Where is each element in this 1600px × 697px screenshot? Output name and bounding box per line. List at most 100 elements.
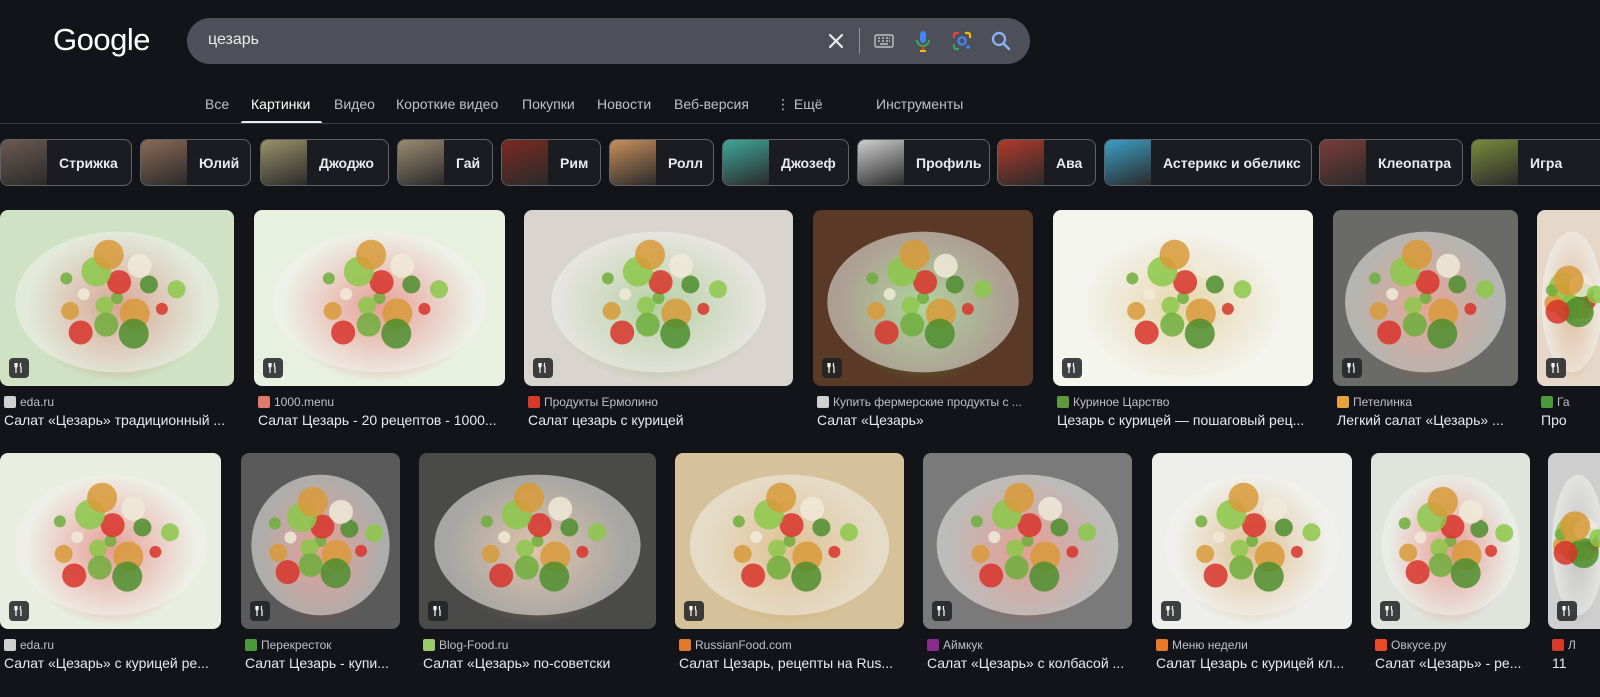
tabs-divider — [0, 123, 1600, 124]
result-source[interactable]: eda.ru — [4, 638, 54, 652]
tab-images[interactable]: Картинки — [251, 96, 310, 112]
result-title[interactable]: Салат «Цезарь» с курицей ре... — [4, 655, 221, 671]
tab-tools[interactable]: Инструменты — [876, 96, 963, 112]
google-lens-icon[interactable] — [950, 29, 974, 53]
image-result-card[interactable]: Blog-Food.ru Салат «Цезарь» по-советски — [419, 453, 656, 679]
salad-illustration — [14, 474, 207, 616]
source-name: Л — [1568, 638, 1576, 652]
result-title[interactable]: Салат Цезарь - купи... — [245, 655, 400, 671]
result-title[interactable]: Легкий салат «Цезарь» ... — [1337, 412, 1518, 428]
chip-rome[interactable]: Рим — [501, 139, 601, 186]
image-result-card[interactable]: Продукты Ермолино Салат цезарь с курицей — [524, 210, 793, 436]
chip-joseph[interactable]: Джозеф — [722, 139, 849, 186]
salad-ingredient — [516, 539, 535, 558]
result-image[interactable] — [1548, 453, 1600, 629]
image-result-card[interactable]: Га Про — [1537, 210, 1600, 436]
result-source[interactable]: Купить фермерские продукты с ... — [817, 395, 1022, 409]
result-image[interactable] — [241, 453, 400, 629]
result-image[interactable] — [1333, 210, 1518, 386]
result-image[interactable] — [1371, 453, 1530, 629]
search-icon[interactable] — [989, 29, 1013, 53]
chip-game[interactable]: Игра — [1471, 139, 1600, 186]
result-title[interactable]: Салат «Цезарь» — [817, 412, 1033, 428]
result-title[interactable]: Салат «Цезарь» - ре... — [1375, 655, 1530, 671]
result-source[interactable]: Аймкук — [927, 638, 983, 652]
image-result-card[interactable]: Купить фермерские продукты с ... Салат «Ц… — [813, 210, 1033, 436]
result-title[interactable]: Про — [1541, 412, 1600, 428]
result-title[interactable]: 11 — [1552, 655, 1600, 671]
result-image[interactable] — [524, 210, 793, 386]
chip-jojo[interactable]: Джоджо — [260, 139, 389, 186]
result-source[interactable]: Л — [1552, 638, 1576, 652]
result-image[interactable] — [923, 453, 1132, 629]
salad-ingredient — [1253, 561, 1284, 592]
result-image[interactable] — [419, 453, 656, 629]
image-result-card[interactable]: Меню недели Салат Цезарь с курицей кл... — [1152, 453, 1352, 679]
image-result-card[interactable]: eda.ru Салат «Цезарь» традиционный ... — [0, 210, 234, 436]
result-source[interactable]: Продукты Ермолино — [528, 395, 658, 409]
image-result-card[interactable]: Л 11 — [1548, 453, 1600, 679]
image-result-card[interactable]: Куриное Царство Цезарь с курицей — пошаго… — [1053, 210, 1313, 436]
result-image[interactable] — [813, 210, 1033, 386]
image-result-card[interactable]: RussianFood.com Салат Цезарь, рецепты на … — [675, 453, 904, 679]
result-image[interactable] — [0, 453, 221, 629]
chip-label: Юлий — [199, 154, 240, 171]
image-result-card[interactable]: Овкусе.ру Салат «Цезарь» - ре... — [1371, 453, 1530, 679]
result-image[interactable] — [675, 453, 904, 629]
chip-gaius[interactable]: Гай — [397, 139, 493, 186]
result-title[interactable]: Цезарь с курицей — пошаговый рец... — [1057, 412, 1313, 428]
image-result-card[interactable]: Петелинка Легкий салат «Цезарь» ... — [1333, 210, 1518, 436]
chip-cleopatra[interactable]: Клеопатра — [1319, 139, 1463, 186]
result-source[interactable]: Петелинка — [1337, 395, 1412, 409]
chip-julius[interactable]: Юлий — [140, 139, 251, 186]
salad-ingredient — [1369, 301, 1388, 320]
result-title[interactable]: Салат «Цезарь» с колбасой ... — [927, 655, 1132, 671]
search-box[interactable]: цезарь — [187, 18, 1030, 64]
result-image[interactable] — [1152, 453, 1352, 629]
result-source[interactable]: Blog-Food.ru — [423, 638, 508, 652]
image-result-card[interactable]: eda.ru Салат «Цезарь» с курицей ре... — [0, 453, 221, 679]
chip-asterix[interactable]: Астерикс и обеликс — [1104, 139, 1312, 186]
chip-ava[interactable]: Ава — [997, 139, 1096, 186]
image-result-card[interactable]: 1000.menu Салат Цезарь - 20 рецептов - 10… — [254, 210, 505, 436]
chip-label: Ролл — [668, 154, 703, 171]
google-logo[interactable]: Google — [53, 22, 150, 58]
result-source[interactable]: Перекресток — [245, 638, 332, 652]
tab-shopping[interactable]: Покупки — [522, 96, 575, 112]
search-input[interactable]: цезарь — [208, 31, 259, 49]
chip-profile[interactable]: Профиль — [857, 139, 990, 186]
close-icon[interactable] — [824, 29, 848, 53]
result-image[interactable] — [1053, 210, 1313, 386]
result-source[interactable]: RussianFood.com — [679, 638, 792, 652]
salad-ingredient — [1464, 302, 1477, 315]
tab-short-video[interactable]: Короткие видео — [396, 96, 498, 112]
site-favicon-icon — [1552, 639, 1564, 651]
result-source[interactable]: Куриное Царство — [1057, 395, 1169, 409]
result-title[interactable]: Салат Цезарь, рецепты на Rus... — [679, 655, 904, 671]
result-title[interactable]: Салат цезарь с курицей — [528, 412, 793, 428]
chip-roll[interactable]: Ролл — [609, 139, 714, 186]
result-title[interactable]: Салат Цезарь с курицей кл... — [1156, 655, 1352, 671]
image-result-card[interactable]: Аймкук Салат «Цезарь» с колбасой ... — [923, 453, 1132, 679]
result-source[interactable]: 1000.menu — [258, 395, 334, 409]
tab-more[interactable]: ⋮ Ещё — [776, 96, 823, 113]
salad-ingredient — [1229, 555, 1254, 580]
result-title[interactable]: Салат «Цезарь» традиционный ... — [4, 412, 234, 428]
result-source[interactable]: Меню недели — [1156, 638, 1248, 652]
tab-all[interactable]: Все — [205, 96, 229, 112]
keyboard-icon[interactable] — [872, 29, 896, 53]
result-title[interactable]: Салат «Цезарь» по-советски — [423, 655, 656, 671]
result-image[interactable] — [1537, 210, 1600, 386]
result-source[interactable]: Га — [1541, 395, 1570, 409]
result-image[interactable] — [254, 210, 505, 386]
result-source[interactable]: eda.ru — [4, 395, 54, 409]
microphone-icon[interactable] — [911, 29, 935, 53]
tab-news[interactable]: Новости — [597, 96, 651, 112]
chip-haircut[interactable]: Стрижка — [0, 139, 132, 186]
result-image[interactable] — [0, 210, 234, 386]
image-result-card[interactable]: Перекресток Салат Цезарь - купи... — [241, 453, 400, 679]
result-title[interactable]: Салат Цезарь - 20 рецептов - 1000... — [258, 412, 505, 428]
tab-video[interactable]: Видео — [334, 96, 375, 112]
tab-web[interactable]: Веб-версия — [674, 96, 749, 112]
result-source[interactable]: Овкусе.ру — [1375, 638, 1447, 652]
